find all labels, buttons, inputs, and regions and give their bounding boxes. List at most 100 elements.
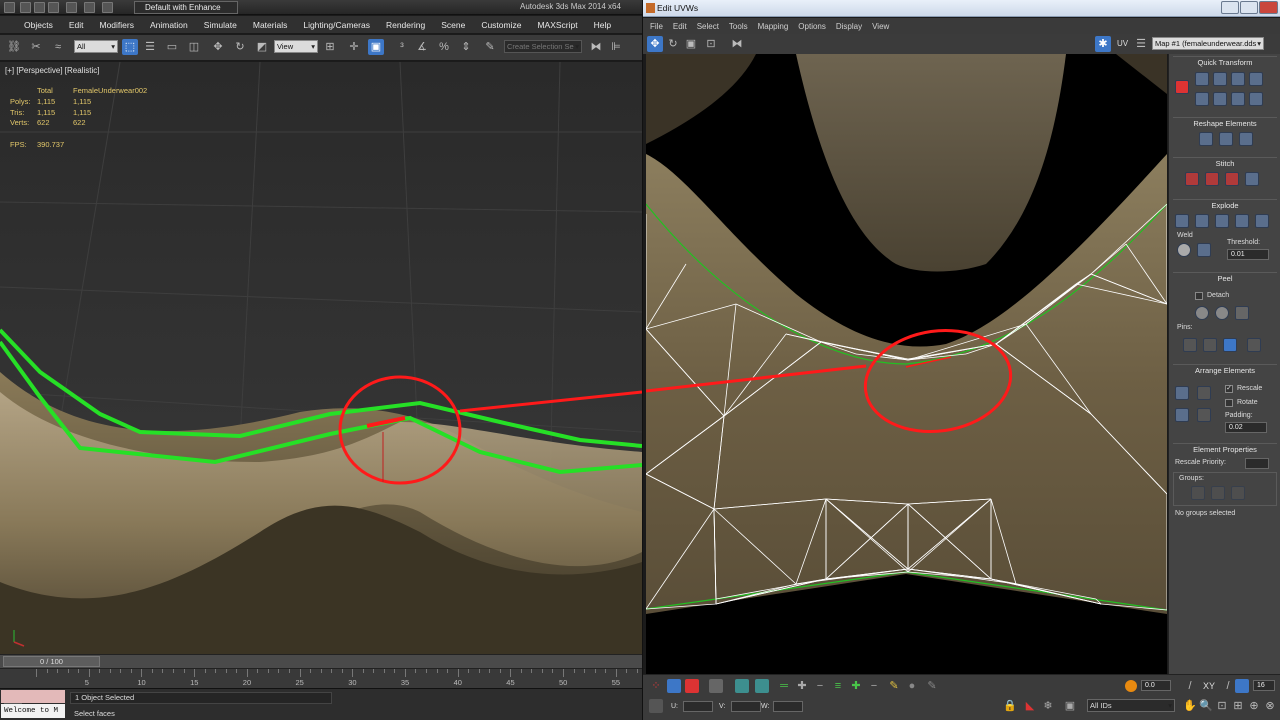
padding-spinner[interactable]: 0.02 xyxy=(1225,422,1267,433)
unlink-icon[interactable]: ✂ xyxy=(28,39,44,55)
coordinate-icon[interactable]: / xyxy=(1221,679,1235,693)
edge-loop-icon[interactable]: ═ xyxy=(777,679,791,693)
pan-icon[interactable]: ✋ xyxy=(1183,699,1197,713)
rotate-checkbox[interactable] xyxy=(1225,399,1233,407)
polygon-mode-icon[interactable] xyxy=(709,679,723,693)
menu-edit[interactable]: Edit xyxy=(61,20,92,30)
angle-snap-icon[interactable]: ∡ xyxy=(414,39,430,55)
menu-lighting-cameras[interactable]: Lighting/Cameras xyxy=(295,20,378,30)
u-spinner[interactable] xyxy=(683,701,713,712)
project-folder-icon[interactable] xyxy=(102,2,113,13)
menu-simulate[interactable]: Simulate xyxy=(196,20,245,30)
uv-menu-display[interactable]: Display xyxy=(831,22,867,31)
paint-shrink-icon[interactable]: ✎ xyxy=(925,679,939,693)
edge-mode-icon[interactable] xyxy=(685,679,699,693)
select-by-name-icon[interactable]: ☰ xyxy=(142,39,158,55)
lock-selection-icon[interactable]: 🔒 xyxy=(1003,699,1017,713)
uv-mirror-icon[interactable]: ⧓ xyxy=(729,36,745,52)
break-icon[interactable] xyxy=(1175,214,1189,228)
space-horizontal-icon[interactable] xyxy=(1213,92,1227,106)
rectangular-selection-icon[interactable]: ▭ xyxy=(164,39,180,55)
set-pivot-icon[interactable] xyxy=(1175,80,1189,94)
grow-selection-icon[interactable] xyxy=(755,679,769,693)
pin-icon[interactable] xyxy=(1183,338,1197,352)
menu-animation[interactable]: Animation xyxy=(142,20,196,30)
rotate-minus-90-icon[interactable] xyxy=(1231,72,1245,86)
zoom-icon[interactable]: 🔍 xyxy=(1199,699,1213,713)
menu-objects[interactable]: Objects xyxy=(16,20,61,30)
time-slider[interactable]: 0 / 100 xyxy=(3,656,100,667)
show-map-icon[interactable]: ✱ xyxy=(1095,36,1111,52)
uv-menu-edit[interactable]: Edit xyxy=(668,22,692,31)
menu-help[interactable]: Help xyxy=(586,20,619,30)
select-object-icon[interactable]: ⬚ xyxy=(122,39,138,55)
space-vertical-icon[interactable] xyxy=(1231,92,1245,106)
redo-icon[interactable] xyxy=(84,2,95,13)
align-edge-icon[interactable] xyxy=(1249,92,1263,106)
freeze-icon[interactable]: ❄ xyxy=(1041,699,1055,713)
uv-freeform-icon[interactable]: ⊡ xyxy=(703,36,719,52)
menu-maxscript[interactable]: MAXScript xyxy=(529,20,585,30)
stitch-average-icon[interactable] xyxy=(1205,172,1219,186)
bind-space-warp-icon[interactable]: ≈ xyxy=(50,39,66,55)
absolute-offset-icon[interactable] xyxy=(649,699,663,713)
rotate-plus-90-icon[interactable] xyxy=(1249,72,1263,86)
window-crossing-icon[interactable]: ◫ xyxy=(186,39,202,55)
stitch-header[interactable]: Stitch xyxy=(1173,157,1277,168)
menu-modifiers[interactable]: Modifiers xyxy=(91,20,141,30)
pack-custom-icon[interactable] xyxy=(1175,386,1189,400)
menu-scene[interactable]: Scene xyxy=(433,20,473,30)
flatten-by-material-icon[interactable] xyxy=(1255,214,1269,228)
select-manipulate-icon[interactable]: ✛ xyxy=(346,39,362,55)
app-menu-icon[interactable] xyxy=(4,2,15,13)
snap-toggle-icon[interactable]: ⊗ xyxy=(1263,699,1277,713)
maximize-button[interactable] xyxy=(1240,1,1258,14)
align-x-icon[interactable] xyxy=(1195,72,1209,86)
peel-header[interactable]: Peel xyxy=(1173,272,1277,283)
ids-dropdown[interactable]: All IDs xyxy=(1087,699,1175,712)
grid-spinner[interactable]: 16 xyxy=(1253,680,1275,691)
workspace-dropdown[interactable]: Default with Enhance xyxy=(134,1,238,14)
stitch-to-source-icon[interactable] xyxy=(1225,172,1239,186)
w-spinner[interactable] xyxy=(773,701,803,712)
close-button[interactable] xyxy=(1259,1,1278,14)
select-group-icon[interactable] xyxy=(1231,486,1245,500)
ring-minus-icon[interactable]: − xyxy=(867,679,881,693)
menu-materials[interactable]: Materials xyxy=(245,20,295,30)
spinner-snap-icon[interactable]: ⇕ xyxy=(458,39,474,55)
detach-checkbox[interactable] xyxy=(1195,292,1203,300)
target-weld-icon[interactable] xyxy=(1197,243,1211,257)
pack-normalize-icon[interactable] xyxy=(1197,386,1211,400)
hide-unselected-icon[interactable]: ◣ xyxy=(1023,699,1037,713)
auto-pin-icon[interactable] xyxy=(1223,338,1237,352)
pivot-icon[interactable]: ⊞ xyxy=(322,39,338,55)
quick-transform-header[interactable]: Quick Transform xyxy=(1173,56,1277,67)
uv-label[interactable]: UV xyxy=(1117,39,1128,48)
paint-grow-icon[interactable]: ● xyxy=(905,679,919,693)
scale-icon[interactable]: ◩ xyxy=(254,39,270,55)
maxscript-output[interactable] xyxy=(1,690,65,703)
texture-map-dropdown[interactable]: Map #1 (femaleunderwear.dds xyxy=(1152,37,1264,50)
zoom-selected-icon[interactable]: ⊕ xyxy=(1247,699,1261,713)
flatten-by-polygon-icon[interactable] xyxy=(1215,214,1229,228)
select-by-element-icon[interactable] xyxy=(735,679,749,693)
v-spinner[interactable] xyxy=(731,701,761,712)
grid-toggle-icon[interactable] xyxy=(1235,679,1249,693)
time-slider-track[interactable]: 0 / 100 xyxy=(0,654,642,668)
filter-selected-faces-icon[interactable]: ▣ xyxy=(1063,699,1077,713)
falloff-type-icon[interactable]: / xyxy=(1183,679,1197,693)
paint-select-icon[interactable]: ✎ xyxy=(887,679,901,693)
ring-plus-icon[interactable]: ✚ xyxy=(849,679,863,693)
flatten-by-smoothing-icon[interactable] xyxy=(1235,214,1249,228)
straighten-selection-icon[interactable] xyxy=(1199,132,1213,146)
viewport-label[interactable]: [+] [Perspective] [Realistic] xyxy=(5,66,99,75)
mirror-icon[interactable]: ⧓ xyxy=(588,39,604,55)
open-file-icon[interactable] xyxy=(34,2,45,13)
stitch-custom-icon[interactable] xyxy=(1245,172,1259,186)
ring-icon[interactable]: ≡ xyxy=(831,679,845,693)
arrange-elements-header[interactable]: Arrange Elements xyxy=(1173,364,1277,375)
uv-scale-icon[interactable]: ▣ xyxy=(683,36,699,52)
uv-move-icon[interactable]: ✥ xyxy=(647,36,663,52)
reset-peel-icon[interactable] xyxy=(1235,306,1249,320)
keyboard-shortcut-override-icon[interactable]: ▣ xyxy=(368,39,384,55)
